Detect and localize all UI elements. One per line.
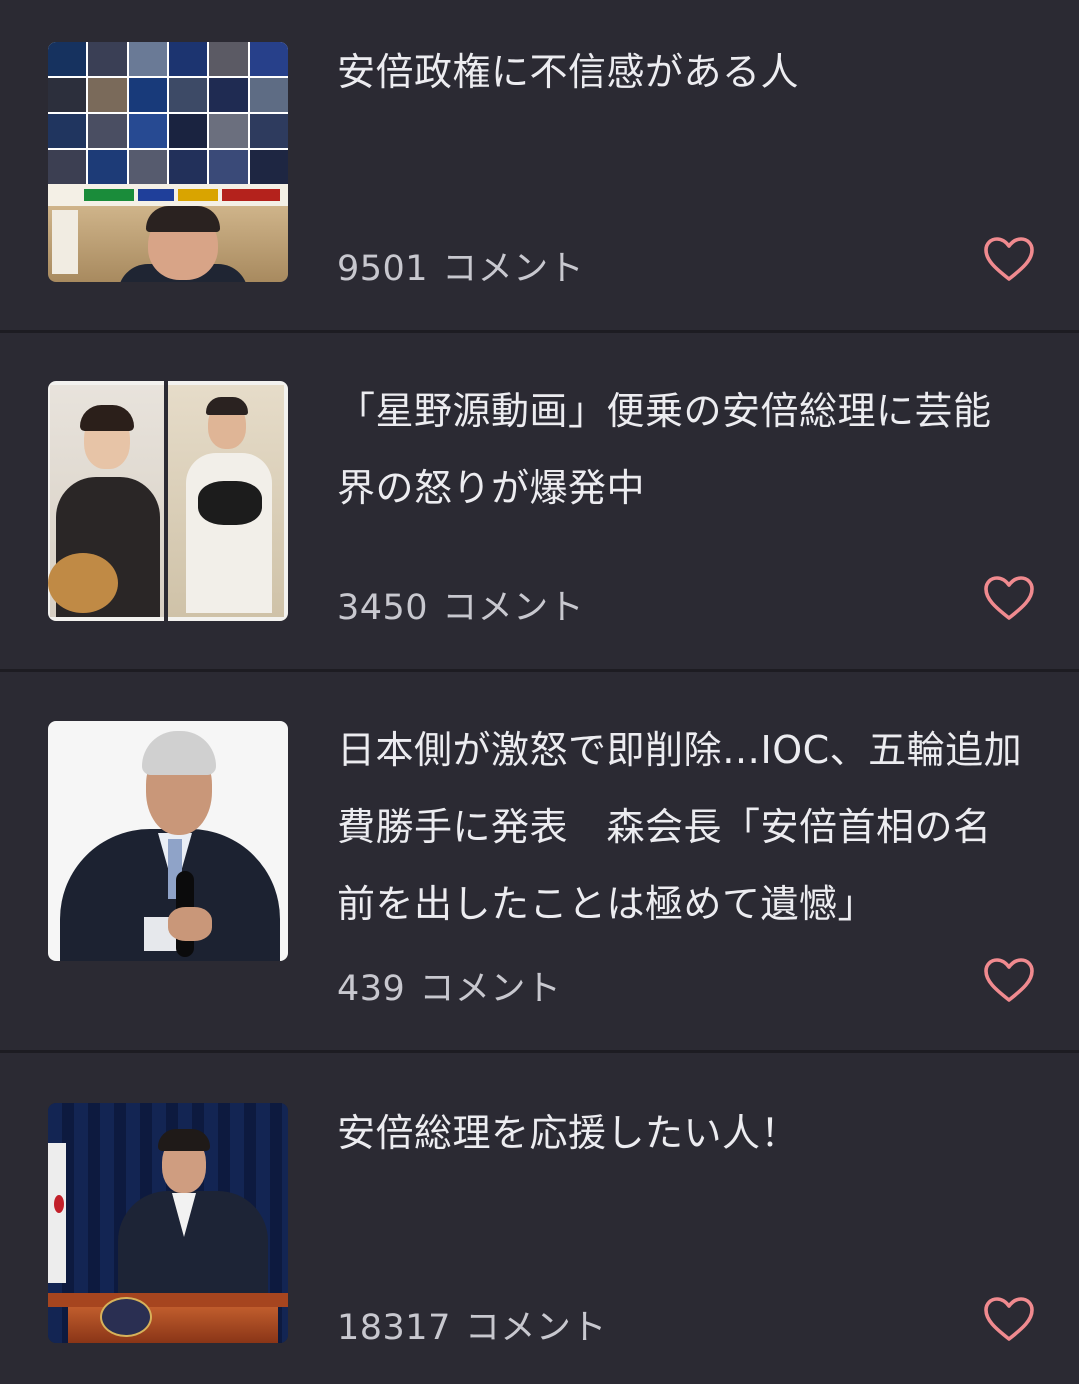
side-panel — [52, 210, 78, 274]
topic-title[interactable]: 安倍政権に不信感がある人 — [337, 34, 1029, 111]
guitar — [48, 553, 118, 613]
topic-thumbnail[interactable] — [48, 42, 288, 282]
comment-count-unit: コメント — [419, 969, 562, 1009]
topic-card[interactable]: 安倍政権に不信感がある人 9501 コメント — [0, 0, 1079, 330]
comment-count-value: 439 — [337, 969, 406, 1009]
topic-thumbnail[interactable] — [48, 381, 288, 621]
news-ticker — [48, 184, 288, 206]
podium-seal — [100, 1297, 152, 1337]
topic-feed: 安倍政権に不信感がある人 9501 コメント 「星野源動画」便乗の安倍総理に芸能界… — [0, 0, 1079, 1384]
flag — [48, 1143, 66, 1283]
comment-count-value: 9501 — [337, 249, 429, 289]
comment-count-unit: コメント — [464, 1308, 607, 1348]
topic-thumbnail[interactable] — [48, 1103, 288, 1343]
comment-count: 18317 コメント — [337, 1299, 607, 1350]
left-person-hair — [80, 405, 134, 431]
topic-thumbnail[interactable] — [48, 721, 288, 961]
comment-count-unit: コメント — [442, 588, 585, 628]
topic-title[interactable]: 安倍総理を応援したい人！ — [337, 1095, 1029, 1172]
podium-top — [48, 1293, 288, 1307]
person-hand — [168, 907, 212, 941]
split-line — [164, 381, 168, 621]
comment-count: 3450 コメント — [337, 579, 584, 630]
flag-sun — [54, 1195, 64, 1213]
topic-title[interactable]: 日本側が激怒で即削除…IOC、五輪追加費勝手に発表 森会長「安倍首相の名前を出し… — [337, 712, 1023, 943]
topic-card[interactable]: 「星野源動画」便乗の安倍総理に芸能界の怒りが爆発中 3450 コメント — [0, 333, 1079, 669]
dog — [198, 481, 262, 525]
person-hair — [146, 206, 220, 232]
topic-card[interactable]: 安倍総理を応援したい人！ 18317 コメント — [0, 1053, 1079, 1384]
person-hair — [142, 731, 216, 775]
heart-icon[interactable] — [983, 236, 1035, 282]
collage-grid — [48, 42, 288, 184]
topic-card[interactable]: 日本側が激怒で即削除…IOC、五輪追加費勝手に発表 森会長「安倍首相の名前を出し… — [0, 672, 1079, 1050]
comment-count: 9501 コメント — [337, 240, 584, 291]
person-hair — [158, 1129, 210, 1151]
heart-icon[interactable] — [983, 575, 1035, 621]
comment-count-value: 3450 — [337, 588, 429, 628]
comment-count-value: 18317 — [337, 1308, 451, 1348]
comment-count-unit: コメント — [442, 249, 585, 289]
heart-icon[interactable] — [983, 957, 1035, 1003]
right-person-hair — [206, 397, 248, 415]
topic-title[interactable]: 「星野源動画」便乗の安倍総理に芸能界の怒りが爆発中 — [337, 373, 1017, 527]
comment-count: 439 コメント — [337, 960, 561, 1011]
right-person-body — [186, 453, 272, 613]
heart-icon[interactable] — [983, 1296, 1035, 1342]
